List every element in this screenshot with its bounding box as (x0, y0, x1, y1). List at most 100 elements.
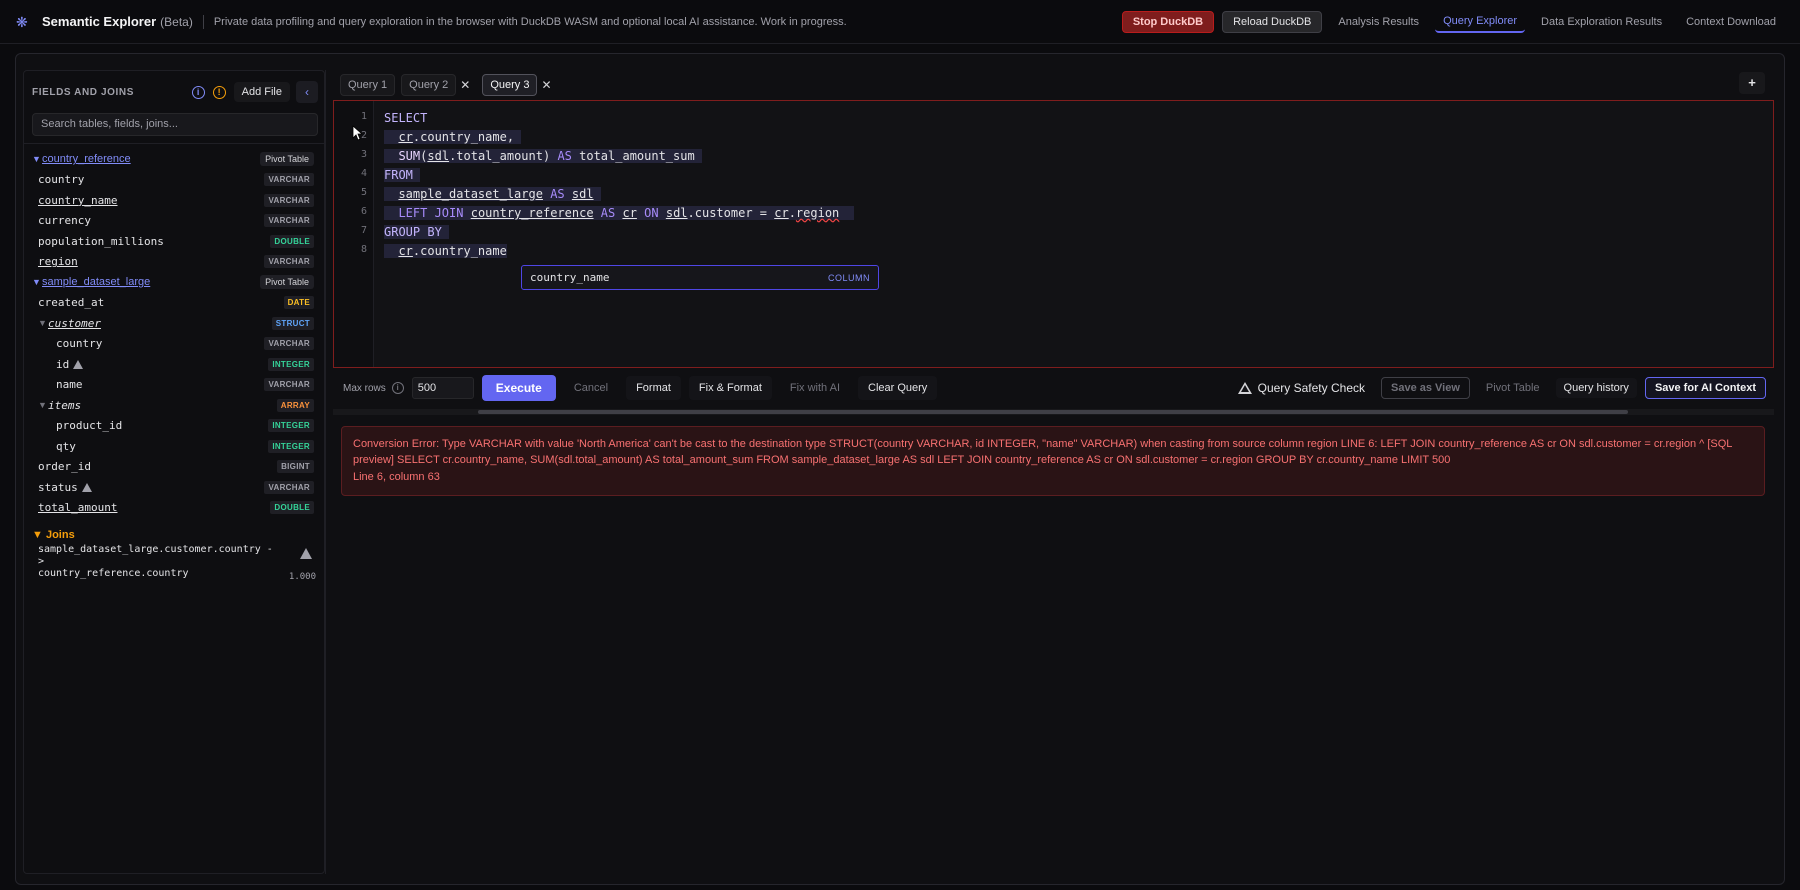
type-badge: VARCHAR (264, 255, 314, 269)
field-row[interactable]: region VARCHAR (24, 252, 324, 273)
warning-icon (1237, 382, 1252, 394)
field-name: country (38, 173, 85, 187)
code-line: SELECT (384, 109, 854, 128)
table-node-sample-dataset-large[interactable]: ▼ sample_dataset_large Pivot Table (24, 272, 324, 293)
add-file-button[interactable]: Add File (233, 82, 290, 102)
execute-button[interactable]: Execute (481, 375, 556, 401)
caret-down-icon: ▼ (32, 529, 46, 541)
warning-triangle-icon (73, 359, 84, 369)
sidebar-header: FIELDS AND JOINS i ! Add File ‹ (32, 81, 318, 103)
field-row[interactable]: id INTEGER (24, 354, 324, 375)
line-number: 6 (360, 206, 367, 217)
field-name: product_id (56, 419, 123, 433)
field-row-array[interactable]: ▼ items ARRAY (24, 395, 324, 416)
field-row[interactable]: name VARCHAR (24, 375, 324, 396)
table-name[interactable]: country_reference (42, 153, 260, 165)
fix-with-ai-button[interactable]: Fix with AI (780, 376, 850, 400)
code-line: LEFT JOIN country_reference AS cr ON sdl… (384, 204, 854, 223)
new-query-button[interactable]: + (1739, 72, 1765, 94)
line-number: 7 (360, 225, 367, 236)
line-number: 3 (360, 149, 367, 160)
join-item[interactable]: sample_dataset_large.customer.country ->… (24, 544, 324, 582)
field-row[interactable]: created_at DATE (24, 293, 324, 314)
field-row[interactable]: total_amount DOUBLE (24, 498, 324, 519)
close-tab-icon[interactable]: ✕ (541, 78, 551, 92)
top-actions: Stop DuckDB Reload DuckDB Analysis Resul… (1121, 11, 1784, 33)
fix-format-button[interactable]: Fix & Format (688, 376, 772, 400)
sidebar-search-input[interactable]: Search tables, fields, joins... (32, 113, 318, 136)
field-row[interactable]: qty INTEGER (24, 436, 324, 457)
top-bar: ❋ Semantic Explorer (Beta) Private data … (0, 0, 1800, 44)
code-line: cr.country_name (384, 242, 854, 261)
type-badge: VARCHAR (264, 193, 314, 207)
save-for-ai-context-button[interactable]: Save for AI Context (1644, 377, 1766, 399)
tab-query-2[interactable]: Query 2 (401, 74, 457, 96)
save-as-view-button[interactable]: Save as View (1381, 377, 1470, 399)
mouse-cursor-icon (352, 125, 362, 141)
nav-context-download[interactable]: Context Download (1678, 12, 1784, 32)
table-name[interactable]: sample_dataset_large (42, 276, 260, 288)
kw-select: SELECT (384, 111, 428, 125)
tab-query-1[interactable]: Query 1 (340, 74, 396, 96)
code-line: SUM(sdl.total_amount) AS total_amount_su… (384, 147, 854, 166)
type-badge: VARCHAR (264, 337, 314, 351)
app-title: Semantic Explorer (42, 14, 157, 29)
caret-down-icon[interactable]: ▼ (32, 154, 42, 164)
field-row[interactable]: order_id BIGINT (24, 457, 324, 478)
tab-query-3[interactable]: Query 3 (482, 74, 538, 96)
collapse-sidebar-icon[interactable]: ‹ (296, 81, 318, 103)
field-row[interactable]: currency VARCHAR (24, 211, 324, 232)
line-number: 4 (360, 168, 367, 179)
query-safety-check-button[interactable]: Query Safety Check (1230, 377, 1373, 399)
pivot-table-button[interactable]: Pivot Table (260, 275, 314, 290)
max-rows-input[interactable]: 500 (411, 377, 474, 399)
joins-header[interactable]: ▼ Joins (24, 526, 324, 544)
suggestion-kind: COLUMN (827, 272, 870, 283)
line-number: 5 (360, 187, 367, 198)
field-name: customer (48, 316, 101, 330)
table-node-country-reference[interactable]: ▼ country_reference Pivot Table (24, 149, 324, 170)
suggestion-text: country_name (530, 271, 610, 284)
format-button[interactable]: Format (626, 376, 681, 400)
query-tabs: Query 1 Query 2 ✕ Query 3 ✕ (340, 74, 558, 96)
field-row[interactable]: population_millions DOUBLE (24, 231, 324, 252)
type-badge: INTEGER (268, 439, 314, 453)
info-icon[interactable]: i (191, 85, 205, 99)
code-line: cr.country_name, (384, 128, 854, 147)
horizontal-scrollbar[interactable] (333, 409, 1774, 415)
field-row[interactable]: status VARCHAR (24, 477, 324, 498)
join-line-2: country_reference.country (38, 568, 189, 579)
caret-down-icon[interactable]: ▼ (38, 318, 48, 328)
schema-tree: ▼ country_reference Pivot Table country V… (24, 149, 324, 582)
field-row[interactable]: product_id INTEGER (24, 416, 324, 437)
nav-analysis-results[interactable]: Analysis Results (1330, 12, 1427, 32)
cancel-button[interactable]: Cancel (564, 376, 618, 400)
field-row[interactable]: country VARCHAR (24, 170, 324, 191)
field-row-struct[interactable]: ▼ customer STRUCT (24, 313, 324, 334)
close-tab-icon[interactable]: ✕ (460, 78, 470, 92)
field-row[interactable]: country VARCHAR (24, 334, 324, 355)
warning-info-icon[interactable]: ! (212, 85, 226, 99)
type-badge: VARCHAR (264, 378, 314, 392)
scrollbar-thumb[interactable] (478, 410, 1628, 414)
sidebar-border (325, 70, 326, 874)
error-message: Conversion Error: Type VARCHAR with valu… (353, 438, 1733, 466)
caret-down-icon[interactable]: ▼ (32, 277, 42, 287)
reload-duckdb-button[interactable]: Reload DuckDB (1222, 11, 1323, 33)
nav-query-explorer[interactable]: Query Explorer (1435, 11, 1526, 33)
field-name: id (56, 358, 268, 371)
max-rows-info-icon[interactable]: i (391, 382, 404, 394)
field-row[interactable]: country_name VARCHAR (24, 190, 324, 211)
nav-data-exploration-results[interactable]: Data Exploration Results (1533, 12, 1670, 32)
query-history-button[interactable]: Query history (1555, 378, 1637, 398)
pivot-table-button[interactable]: Pivot Table (1478, 378, 1548, 398)
sql-editor[interactable]: 1 2 3 4 5 6 7 8 SELECT cr.country_name, … (333, 100, 1774, 368)
caret-down-icon[interactable]: ▼ (38, 400, 48, 410)
autocomplete-suggestion[interactable]: country_name COLUMN (521, 265, 879, 290)
clear-query-button[interactable]: Clear Query (858, 376, 938, 400)
type-badge: VARCHAR (264, 214, 314, 228)
sql-code[interactable]: SELECT cr.country_name, SUM(sdl.total_am… (384, 109, 854, 261)
fields-sidebar: FIELDS AND JOINS i ! Add File ‹ Search t… (23, 70, 325, 874)
pivot-table-button[interactable]: Pivot Table (260, 152, 314, 167)
stop-duckdb-button[interactable]: Stop DuckDB (1121, 11, 1215, 33)
